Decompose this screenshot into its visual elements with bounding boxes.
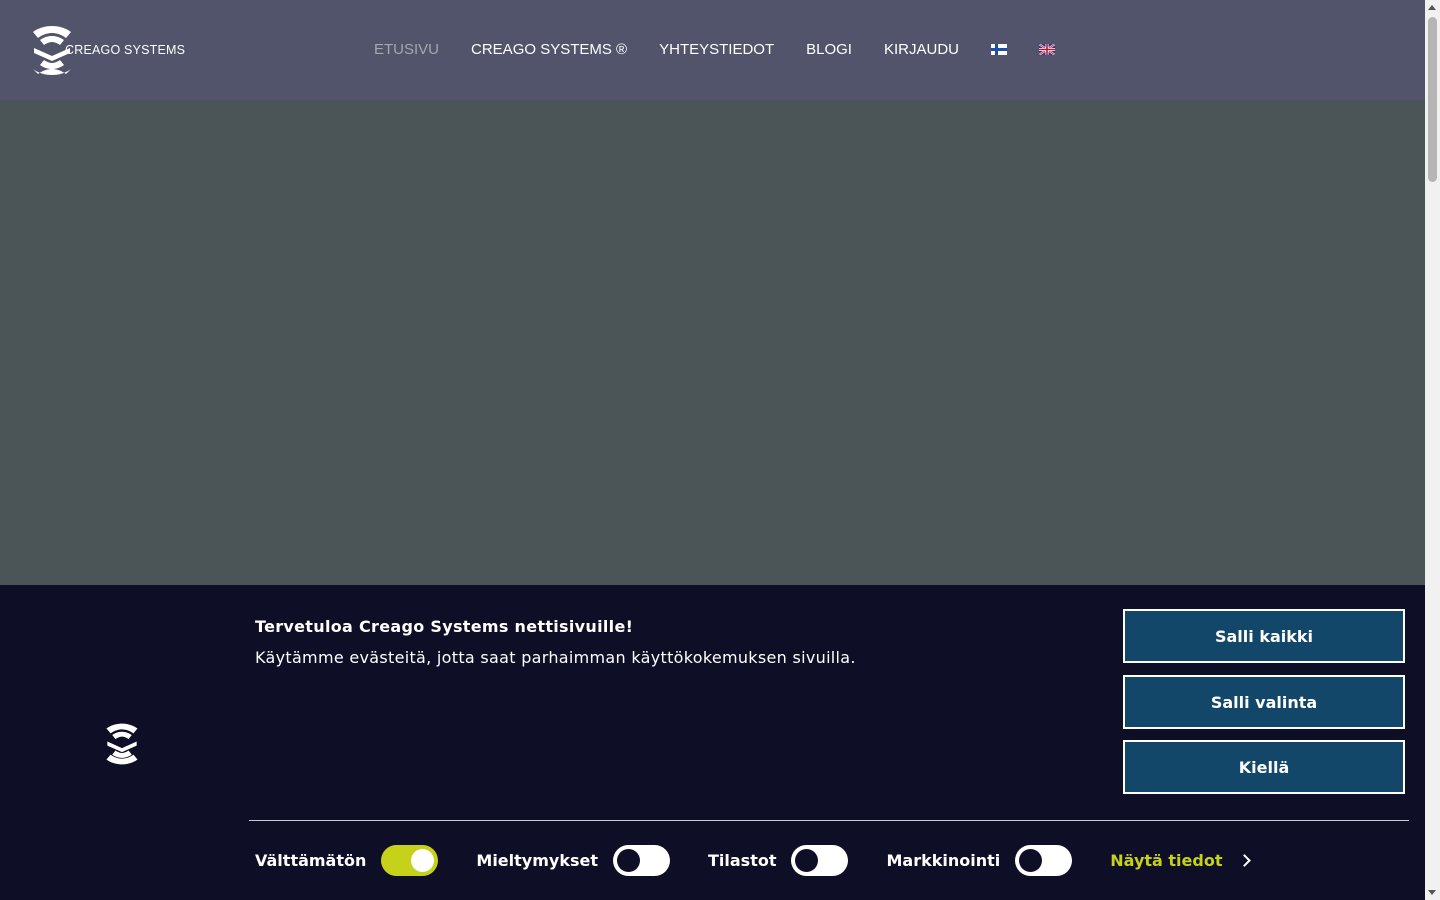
nav-item-kirjaudu[interactable]: KIRJAUDU <box>884 41 959 58</box>
necessary-toggle[interactable] <box>381 844 439 876</box>
toggle-knob <box>795 848 819 872</box>
marketing-toggle[interactable] <box>1015 844 1073 876</box>
nav-item-blogi[interactable]: BLOGI <box>806 41 852 58</box>
toggle-label-statistics: Tilastot <box>707 850 777 870</box>
toggle-knob <box>1019 848 1043 872</box>
chevron-right-icon <box>1238 853 1252 867</box>
brand-logo[interactable]: CREAGO SYSTEMS <box>30 24 185 78</box>
scrollbar-thumb[interactable] <box>1428 17 1437 182</box>
cookie-consent-banner: Tervetuloa Creago Systems nettisivuille!… <box>0 585 1425 900</box>
divider <box>249 820 1409 821</box>
allow-selection-button[interactable]: Salli valinta <box>1123 675 1405 729</box>
toggle-label-preferences: Mieltymykset <box>476 850 598 870</box>
site-header: CREAGO SYSTEMS ETUSIVU CREAGO SYSTEMS ® … <box>0 0 1425 100</box>
show-details-label: Näytä tiedot <box>1110 850 1223 870</box>
show-details-link[interactable]: Näytä tiedot <box>1110 850 1252 870</box>
nav-item-etusivu[interactable]: ETUSIVU <box>374 41 439 58</box>
cookie-category-toggles: Välttämätön Mieltymykset Tilastot Markki… <box>255 843 1252 877</box>
scroll-down-arrow-icon[interactable] <box>1428 890 1436 895</box>
finnish-flag-icon[interactable] <box>991 44 1007 55</box>
toggle-knob <box>616 848 640 872</box>
english-flag-icon[interactable] <box>1039 44 1055 55</box>
creago-logo-icon <box>106 723 138 765</box>
nav-item-yhteystiedot[interactable]: YHTEYSTIEDOT <box>659 41 774 58</box>
cookie-description: Käytämme evästeitä, jotta saat parhaimma… <box>255 648 856 667</box>
toggle-knob <box>411 848 435 872</box>
brand-name: CREAGO SYSTEMS <box>65 43 186 57</box>
deny-button[interactable]: Kiellä <box>1123 740 1405 794</box>
main-nav: ETUSIVU CREAGO SYSTEMS ® YHTEYSTIEDOT BL… <box>374 41 1087 58</box>
toggle-label-necessary: Välttämätön <box>255 850 367 870</box>
cookie-title: Tervetuloa Creago Systems nettisivuille! <box>255 617 634 636</box>
vertical-scrollbar[interactable] <box>1425 0 1440 900</box>
scroll-up-arrow-icon[interactable] <box>1428 5 1436 10</box>
allow-all-button[interactable]: Salli kaikki <box>1123 609 1405 663</box>
preferences-toggle[interactable] <box>612 844 670 876</box>
statistics-toggle[interactable] <box>791 844 849 876</box>
toggle-label-marketing: Markkinointi <box>886 850 1001 870</box>
nav-item-creago-systems[interactable]: CREAGO SYSTEMS ® <box>471 41 627 58</box>
